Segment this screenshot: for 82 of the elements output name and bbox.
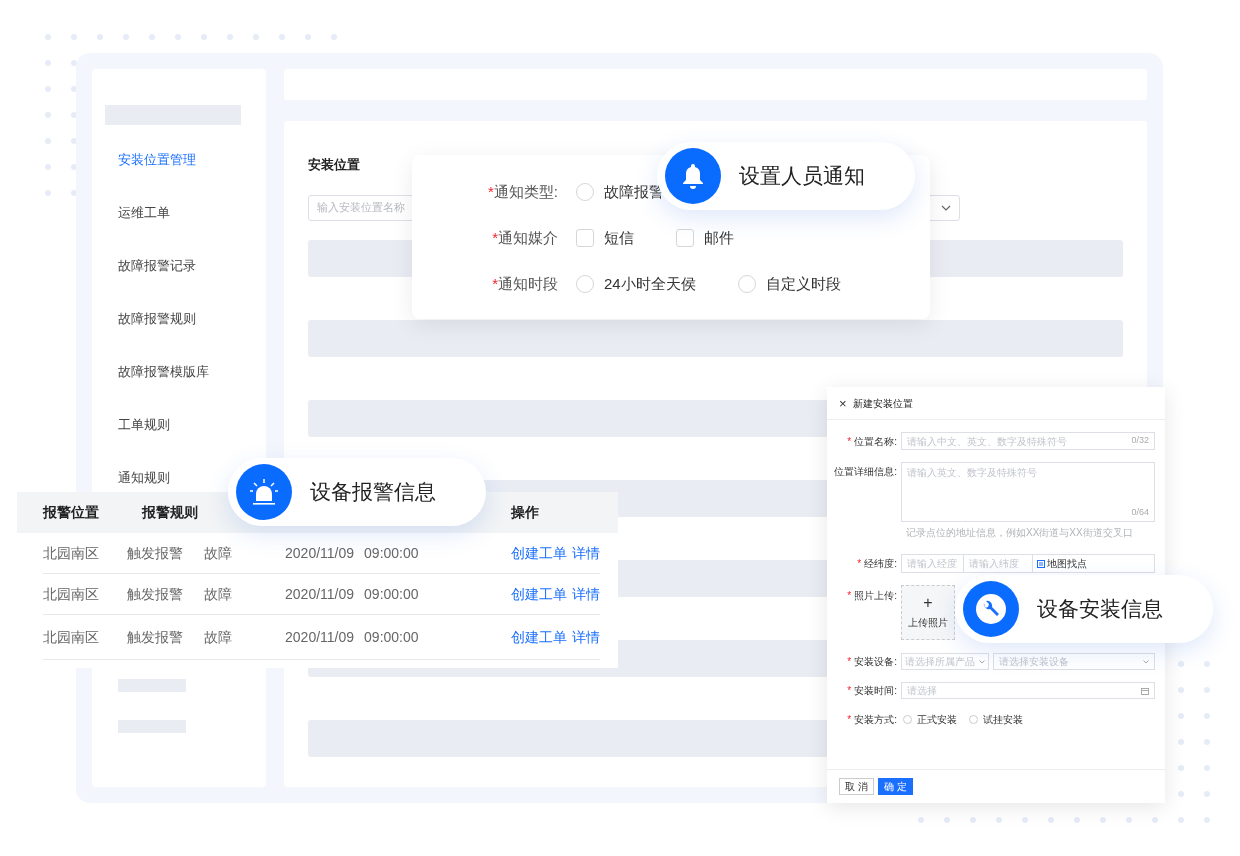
field-label: 安装设备: xyxy=(854,655,897,669)
table-cell-text: 北园南区 xyxy=(43,627,100,647)
table-link[interactable]: 详情 xyxy=(572,626,600,648)
table-cell-text: 2020/11/09 xyxy=(285,543,355,563)
field-label: 位置详细信息: xyxy=(834,465,897,479)
table-link[interactable]: 详情 xyxy=(572,542,600,564)
table-cell-text: 2020/11/09 xyxy=(285,584,355,604)
table-cell-text: 故障 xyxy=(204,584,234,604)
checkbox-option[interactable]: 邮件 xyxy=(676,226,734,250)
table-cell-text: 2020/11/09 xyxy=(285,627,355,647)
table-cell-text: 09:00:00 xyxy=(364,543,420,563)
table-cell-text: 北园南区 xyxy=(43,543,100,563)
chevron-down-icon xyxy=(1143,659,1149,664)
field-label: 安装时间: xyxy=(854,684,897,698)
field-hint: 记录点位的地址信息，例如XX街道与XX街道交叉口 xyxy=(906,526,1134,540)
table-cell-text: 故障 xyxy=(204,627,234,647)
calendar-icon xyxy=(1141,686,1149,695)
sidebar-item[interactable]: 工单规则 xyxy=(118,414,170,436)
required-mark: * xyxy=(847,684,852,698)
siren-icon xyxy=(250,479,278,505)
required-mark: * xyxy=(847,589,852,603)
radio-option[interactable]: 24小时全天侯 xyxy=(576,272,696,296)
radio-button[interactable] xyxy=(737,275,756,293)
table-cell-text: 故障 xyxy=(204,543,234,563)
char-count: 0/32 xyxy=(1131,434,1149,448)
cancel-button[interactable]: 取 消 xyxy=(839,778,874,795)
wrench-icon xyxy=(974,592,1008,626)
field-label: 照片上传: xyxy=(854,589,897,603)
field-label: 通知时段 xyxy=(498,273,558,294)
sidebar-item[interactable]: 运维工单 xyxy=(118,202,170,224)
sidebar-item[interactable]: 故障报警模版库 xyxy=(118,361,209,383)
checkbox-option[interactable]: 短信 xyxy=(576,226,634,250)
checkbox[interactable] xyxy=(576,229,594,247)
badge-title: 设备报警信息 xyxy=(310,479,436,506)
column-header: 报警位置 xyxy=(43,503,100,522)
badge-title: 设置人员通知 xyxy=(739,163,865,190)
chevron-down-icon xyxy=(941,204,951,211)
field-label: 通知媒介 xyxy=(498,227,558,248)
char-count: 0/64 xyxy=(1131,505,1149,519)
field-label: 通知类型: xyxy=(493,181,558,202)
table-cell-text: 触发报警 xyxy=(127,543,185,563)
radio-button[interactable] xyxy=(576,183,594,201)
sidebar-item[interactable]: 故障报警规则 xyxy=(118,308,196,330)
field-label: 位置名称: xyxy=(854,434,897,449)
dialog-title: 新建安装位置 xyxy=(852,396,913,411)
required-mark: * xyxy=(847,655,852,669)
required-mark: * xyxy=(492,273,498,294)
table-cell-text: 09:00:00 xyxy=(364,627,420,647)
column-header: 报警规则 xyxy=(142,503,199,522)
table-cell-text: 触发报警 xyxy=(127,627,185,647)
table-cell-text: 北园南区 xyxy=(43,584,100,604)
sidebar-item[interactable]: 安装位置管理 xyxy=(118,149,196,171)
radio-button[interactable] xyxy=(576,275,594,293)
chevron-down-icon xyxy=(979,659,985,664)
confirm-button[interactable]: 确 定 xyxy=(878,778,913,795)
map-pick-button[interactable]: 地图找点 xyxy=(1033,555,1154,572)
required-mark: * xyxy=(492,227,498,248)
table-cell-text: 09:00:00 xyxy=(364,584,420,604)
field-label: 经纬度: xyxy=(864,557,897,571)
table-link[interactable]: 创建工单 xyxy=(511,542,567,564)
required-mark: * xyxy=(488,181,494,202)
radio-option[interactable]: 正式安装 xyxy=(903,712,957,727)
sidebar-item[interactable]: 故障报警记录 xyxy=(118,255,196,277)
photo-upload-button[interactable]: + 上传照片 xyxy=(901,585,955,640)
field-label: 安装方式: xyxy=(854,713,897,727)
required-mark: * xyxy=(847,434,852,449)
radio-option[interactable]: 自定义时段 xyxy=(737,272,841,296)
table-cell-text: 触发报警 xyxy=(127,584,185,604)
bell-icon xyxy=(681,163,705,189)
search-placeholder: 输入安装位置名称 xyxy=(317,200,405,216)
radio-option[interactable]: 试挂安装 xyxy=(969,712,1023,727)
required-mark: * xyxy=(857,557,862,571)
table-link[interactable]: 创建工单 xyxy=(511,583,567,605)
required-mark: * xyxy=(847,713,852,727)
close-button[interactable]: × xyxy=(839,396,847,410)
map-icon xyxy=(1037,559,1045,568)
badge-title: 设备安装信息 xyxy=(1037,596,1163,623)
table-link[interactable]: 详情 xyxy=(572,583,600,605)
sidebar-item[interactable]: 通知规则 xyxy=(118,467,170,489)
column-header: 操作 xyxy=(511,503,539,522)
table-link[interactable]: 创建工单 xyxy=(511,626,567,648)
checkbox[interactable] xyxy=(676,229,694,247)
